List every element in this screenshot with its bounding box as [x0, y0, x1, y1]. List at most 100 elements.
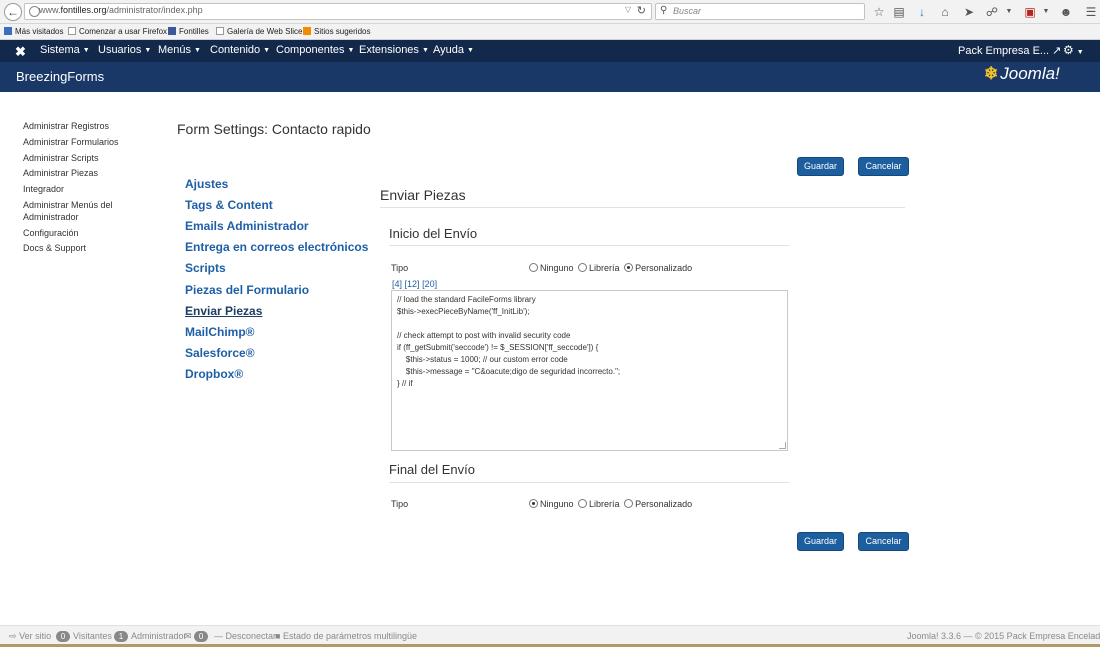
home-icon[interactable]: ⌂ — [936, 3, 954, 21]
joomla-icon[interactable]: ✖ — [15, 44, 26, 60]
caret-down-icon: ▼ — [421, 47, 429, 54]
send-icon[interactable]: ➤ — [960, 3, 978, 21]
sidebar-item-menus-line2[interactable]: Administrador — [23, 211, 79, 223]
messages-count-badge: 0 — [194, 631, 209, 642]
tab-piezas-formulario[interactable]: Piezas del Formulario — [185, 283, 309, 297]
radio-checked-icon — [529, 499, 538, 508]
sidebar-item-registros[interactable]: Administrar Registros — [23, 120, 109, 132]
logout-link[interactable]: — Desconectar — [214, 631, 276, 641]
tab-emails-admin[interactable]: Emails Administrador — [185, 219, 309, 233]
end-radio-libreria[interactable]: Librería — [578, 499, 622, 509]
sidebar-item-docs[interactable]: Docs & Support — [23, 242, 86, 254]
tab-ajustes[interactable]: Ajustes — [185, 177, 228, 191]
reading-list-icon[interactable]: ▤ — [890, 3, 908, 21]
menu-usuarios[interactable]: Usuarios ▼ — [98, 44, 151, 56]
sidebar-item-menus[interactable]: Administrar Menús del — [23, 199, 113, 211]
caret-down-icon: ▼ — [467, 47, 474, 54]
external-link-icon: ⇨ — [9, 631, 17, 641]
cancel-button[interactable]: Cancelar — [858, 157, 909, 176]
save-button[interactable]: Guardar — [797, 157, 844, 176]
version-info: Joomla! 3.3.6 — © 2015 Pack Empresa Ence… — [907, 631, 1100, 641]
bookmarks-bar: Más visitados Comenzar a usar Firefox Fo… — [0, 24, 1100, 40]
tab-dropbox[interactable]: Dropbox® — [185, 367, 243, 381]
code-line: $this->status = 1000; // our custom erro… — [397, 355, 568, 364]
sidebar-item-scripts[interactable]: Administrar Scripts — [23, 152, 99, 164]
piece-link-20[interactable]: [20] — [422, 279, 437, 289]
menu-sistema[interactable]: Sistema ▼ — [40, 44, 90, 56]
tab-salesforce[interactable]: Salesforce® — [185, 346, 255, 360]
multilang-status[interactable]: ■ Estado de parámetros multilingüe — [275, 631, 417, 641]
search-placeholder: Buscar — [673, 6, 702, 16]
bookmark-suggested-sites[interactable]: Sitios sugeridos — [303, 27, 370, 37]
divider — [389, 482, 789, 483]
panel-title: Enviar Piezas — [380, 187, 466, 203]
sidebar-item-formularios[interactable]: Administrar Formularios — [23, 136, 119, 148]
menu-ayuda[interactable]: Ayuda ▼ — [433, 44, 474, 56]
messages-status[interactable]: ✉ 0 — [184, 631, 211, 642]
save-button[interactable]: Guardar — [797, 532, 844, 551]
bookmark-web-slice[interactable]: Galería de Web Slice — [216, 27, 302, 37]
divider — [380, 207, 905, 208]
bookmark-getting-started[interactable]: Comenzar a usar Firefox — [68, 27, 167, 37]
start-section-title: Inicio del Envío — [389, 226, 478, 241]
start-radio-ninguno[interactable]: Ninguno — [529, 263, 576, 273]
piece-link-12[interactable]: [12] — [405, 279, 420, 289]
start-radio-libreria[interactable]: Librería — [578, 263, 622, 273]
tab-tags-content[interactable]: Tags & Content — [185, 198, 273, 212]
menu-componentes[interactable]: Componentes ▼ — [276, 44, 354, 56]
end-section-title: Final del Envío — [389, 462, 475, 477]
bookmark-most-visited[interactable]: Más visitados — [4, 27, 63, 37]
bookmark-folder-icon — [4, 27, 12, 35]
bookmark-fontilles[interactable]: Fontilles — [168, 27, 209, 37]
menu-icon[interactable]: ☰ — [1082, 3, 1100, 21]
start-type-radios: Ninguno Librería Personalizado — [529, 263, 694, 273]
user-menu-button[interactable]: ⚙ ▼ — [1063, 43, 1084, 57]
admin-menu-bar: ✖ Sistema ▼ Usuarios ▼ Menús ▼ Contenido ▼ C… — [0, 40, 1100, 62]
facebook-icon — [168, 27, 176, 35]
rss-icon — [303, 27, 311, 35]
sidebar-item-configuracion[interactable]: Configuración — [23, 227, 79, 239]
resize-handle-icon[interactable] — [779, 442, 786, 449]
code-editor[interactable]: // load the standard FacileForms library… — [391, 290, 788, 451]
tab-entrega-correos[interactable]: Entrega en correos electrónicos — [185, 240, 368, 254]
url-bar[interactable]: www.fontilles.org/administrator/index.ph… — [24, 3, 652, 20]
menu-contenido[interactable]: Contenido ▼ — [210, 44, 270, 56]
admins-status: 1 Administrador — [114, 631, 187, 642]
browser-toolbar: ← www.fontilles.org/administrator/index.… — [0, 0, 1100, 24]
reload-icon[interactable]: ↻ — [637, 4, 646, 17]
tab-mailchimp[interactable]: MailChimp® — [185, 325, 255, 339]
sidebar-item-integrador[interactable]: Integrador — [23, 183, 64, 195]
piece-link-4[interactable]: [4] — [392, 279, 402, 289]
caret-down-icon: ▼ — [263, 47, 271, 54]
page-icon — [216, 27, 224, 35]
end-radio-ninguno[interactable]: Ninguno — [529, 499, 576, 509]
back-arrow-icon[interactable]: ← — [4, 3, 22, 21]
search-input[interactable]: ⚲ Buscar — [655, 3, 865, 20]
visitors-count-badge: 0 — [56, 631, 70, 642]
chevron-down-icon[interactable]: ▼ — [1037, 3, 1055, 21]
start-radio-personalizado[interactable]: Personalizado — [624, 263, 694, 273]
page-icon — [68, 27, 76, 35]
visitors-status: 0 Visitantes — [56, 631, 112, 642]
bookmark-star-icon[interactable]: ☆ — [870, 3, 888, 21]
sidebar-item-piezas[interactable]: Administrar Piezas — [23, 167, 98, 179]
extension-icon[interactable]: ☍ — [983, 3, 1001, 21]
url-dropdown-icon[interactable]: ▽ — [625, 5, 631, 14]
menu-menus[interactable]: Menús ▼ — [158, 44, 201, 56]
tab-scripts[interactable]: Scripts — [185, 261, 226, 275]
end-type-label: Tipo — [391, 499, 409, 509]
end-radio-personalizado[interactable]: Personalizado — [624, 499, 694, 509]
cancel-button[interactable]: Cancelar — [858, 532, 909, 551]
code-line: $this->message = "C&oacute;digo de segur… — [397, 367, 621, 376]
chat-icon[interactable]: ☻ — [1057, 3, 1075, 21]
menu-extensiones[interactable]: Extensiones ▼ — [359, 44, 429, 56]
code-line: // load the standard FacileForms library — [397, 295, 536, 304]
view-site-link[interactable]: ⇨ Ver sitio — [9, 631, 51, 642]
chevron-down-icon[interactable]: ▼ — [1000, 3, 1018, 21]
admins-count-badge: 1 — [114, 631, 128, 642]
site-link[interactable]: Pack Empresa E... ↗ — [958, 44, 1061, 57]
page-title: BreezingForms — [16, 69, 105, 84]
download-icon[interactable]: ↓ — [913, 3, 931, 21]
tab-enviar-piezas[interactable]: Enviar Piezas — [185, 304, 262, 318]
radio-checked-icon — [624, 263, 634, 272]
